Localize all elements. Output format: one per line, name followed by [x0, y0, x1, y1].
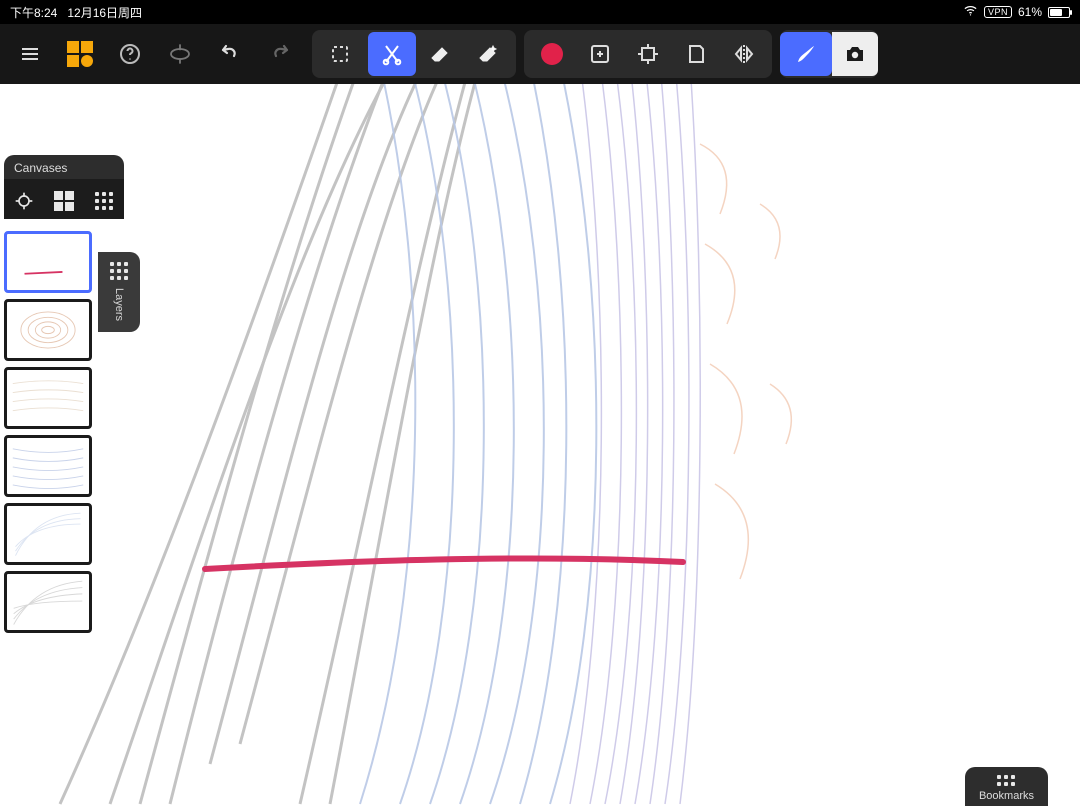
gallery-button[interactable]: [56, 32, 104, 76]
crop-align-button[interactable]: [624, 32, 672, 76]
flip-page-button[interactable]: [672, 32, 720, 76]
drag-handle-icon: [997, 775, 1015, 786]
canvas-thumb-1[interactable]: [4, 231, 92, 293]
canvases-panel: Canvases: [4, 155, 124, 633]
canvas-thumb-2[interactable]: [4, 299, 92, 361]
gallery-icon: [67, 41, 93, 67]
canvas-area[interactable]: [0, 84, 1080, 810]
add-panel-button[interactable]: [576, 32, 624, 76]
canvas-drawing: [0, 84, 1080, 810]
red-stroke: [205, 558, 683, 569]
menu-button[interactable]: [6, 32, 54, 76]
layout-tool-group: [524, 30, 772, 78]
handle-canvases-button[interactable]: [87, 185, 121, 217]
canvas-thumb-4[interactable]: [4, 435, 92, 497]
vpn-badge: VPN: [984, 6, 1012, 18]
eraser-button[interactable]: [416, 32, 464, 76]
main-toolbar: [0, 24, 1080, 84]
camera-button[interactable]: [832, 32, 878, 76]
drag-handle-icon: [110, 262, 128, 280]
canvas-thumb-5[interactable]: [4, 503, 92, 565]
record-button[interactable]: [528, 32, 576, 76]
undo-button[interactable]: [206, 32, 254, 76]
battery-percent: 61%: [1018, 5, 1042, 19]
drag-handle-icon: [95, 192, 113, 210]
status-bar: 下午8:24 12月16日周四 VPN 61%: [0, 0, 1080, 24]
canvas-thumb-6[interactable]: [4, 571, 92, 633]
canvas-thumb-3[interactable]: [4, 367, 92, 429]
edit-tool-group: [312, 30, 516, 78]
help-button[interactable]: [106, 32, 154, 76]
grid-view-button[interactable]: [47, 185, 81, 217]
view-3d-button[interactable]: [156, 32, 204, 76]
record-icon: [541, 43, 563, 65]
locate-canvas-button[interactable]: [7, 185, 41, 217]
selection-tool-button[interactable]: [316, 32, 364, 76]
bookmarks-tab-label: Bookmarks: [979, 790, 1034, 802]
status-time: 下午8:24: [10, 4, 57, 21]
brush-tool-group: [780, 30, 878, 78]
bookmarks-panel-tab[interactable]: Bookmarks: [965, 767, 1048, 806]
auto-eraser-button[interactable]: [464, 32, 512, 76]
wifi-icon: [963, 3, 978, 21]
battery-icon: [1048, 7, 1070, 18]
canvases-panel-tools: [4, 179, 124, 219]
grid-icon: [54, 191, 74, 211]
layers-tab-label: Layers: [113, 288, 125, 321]
cut-tool-button[interactable]: [368, 32, 416, 76]
redo-button[interactable]: [256, 32, 304, 76]
layers-panel-tab[interactable]: Layers: [98, 252, 140, 332]
canvases-panel-title: Canvases: [4, 155, 124, 179]
mirror-button[interactable]: [720, 32, 768, 76]
status-date: 12月16日周四: [67, 4, 142, 21]
brush-button[interactable]: [780, 32, 832, 76]
